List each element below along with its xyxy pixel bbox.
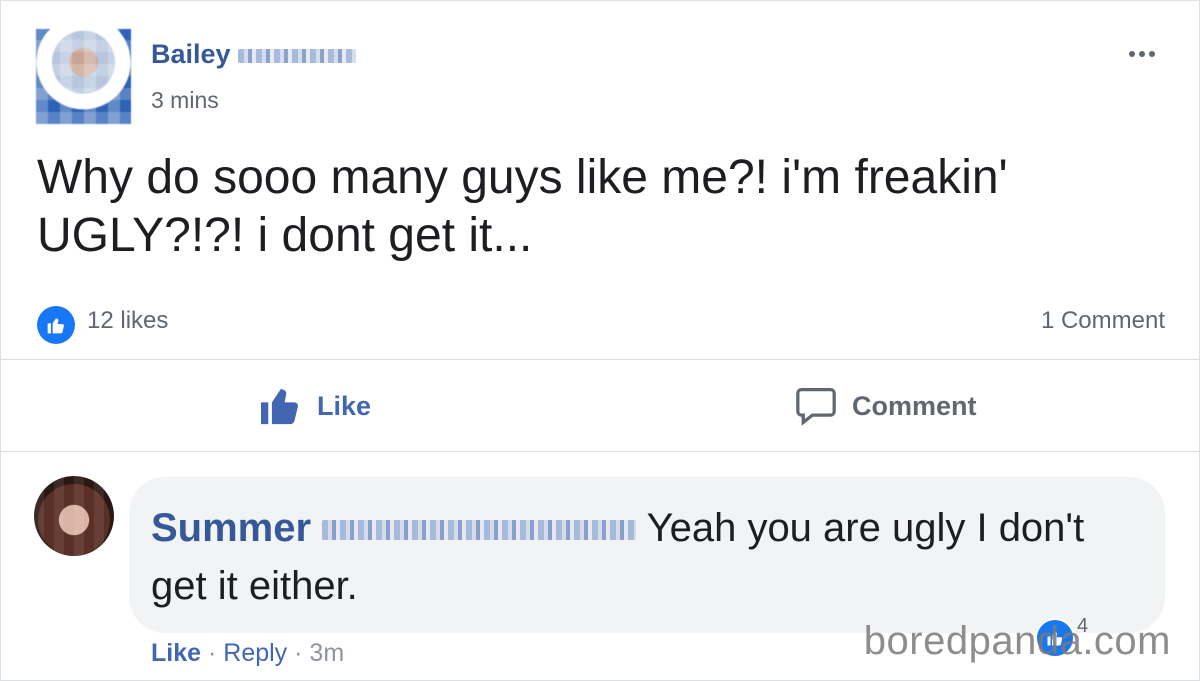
separator-dot: ·	[294, 639, 303, 667]
more-options-icon[interactable]	[1127, 37, 1157, 63]
separator-dot: ·	[207, 639, 217, 667]
comment-button-label: Comment	[852, 390, 977, 421]
like-button-label: Like	[317, 390, 372, 421]
like-thumb-icon	[259, 386, 303, 426]
commenter-avatar[interactable]	[34, 476, 114, 556]
comment-actions: Like · Reply · 3m	[151, 639, 344, 668]
like-reaction-icon	[37, 306, 75, 344]
comment-reply-link[interactable]: Reply	[223, 639, 287, 667]
post-text: Why do sooo many guys like me?! i'm frea…	[37, 151, 1008, 262]
post-author-name[interactable]: Bailey	[151, 39, 231, 69]
post-time[interactable]: 3 mins	[151, 87, 219, 114]
divider	[1, 451, 1199, 452]
redacted-commenter-name	[322, 520, 637, 541]
divider	[1, 359, 1199, 360]
author-avatar[interactable]	[36, 29, 131, 124]
post-author[interactable]: Bailey	[151, 39, 357, 70]
comment-time[interactable]: 3m	[309, 639, 344, 667]
comment-bubble-icon	[794, 386, 838, 426]
comment-author-name[interactable]: Summer	[151, 506, 311, 550]
redacted-last-name	[238, 48, 357, 63]
watermark: boredpanda.com	[863, 619, 1171, 663]
comment-body: Summer Yeah you are ugly I don't get it …	[151, 499, 1131, 615]
comments-count[interactable]: 1 Comment	[1041, 307, 1165, 335]
likes-count[interactable]: 12 likes	[87, 307, 168, 335]
comment-button[interactable]: Comment	[794, 381, 977, 431]
post-card: Bailey 3 mins Why do sooo many guys like…	[0, 0, 1200, 681]
comment-like-link[interactable]: Like	[151, 639, 201, 667]
like-button[interactable]: Like	[259, 381, 371, 431]
